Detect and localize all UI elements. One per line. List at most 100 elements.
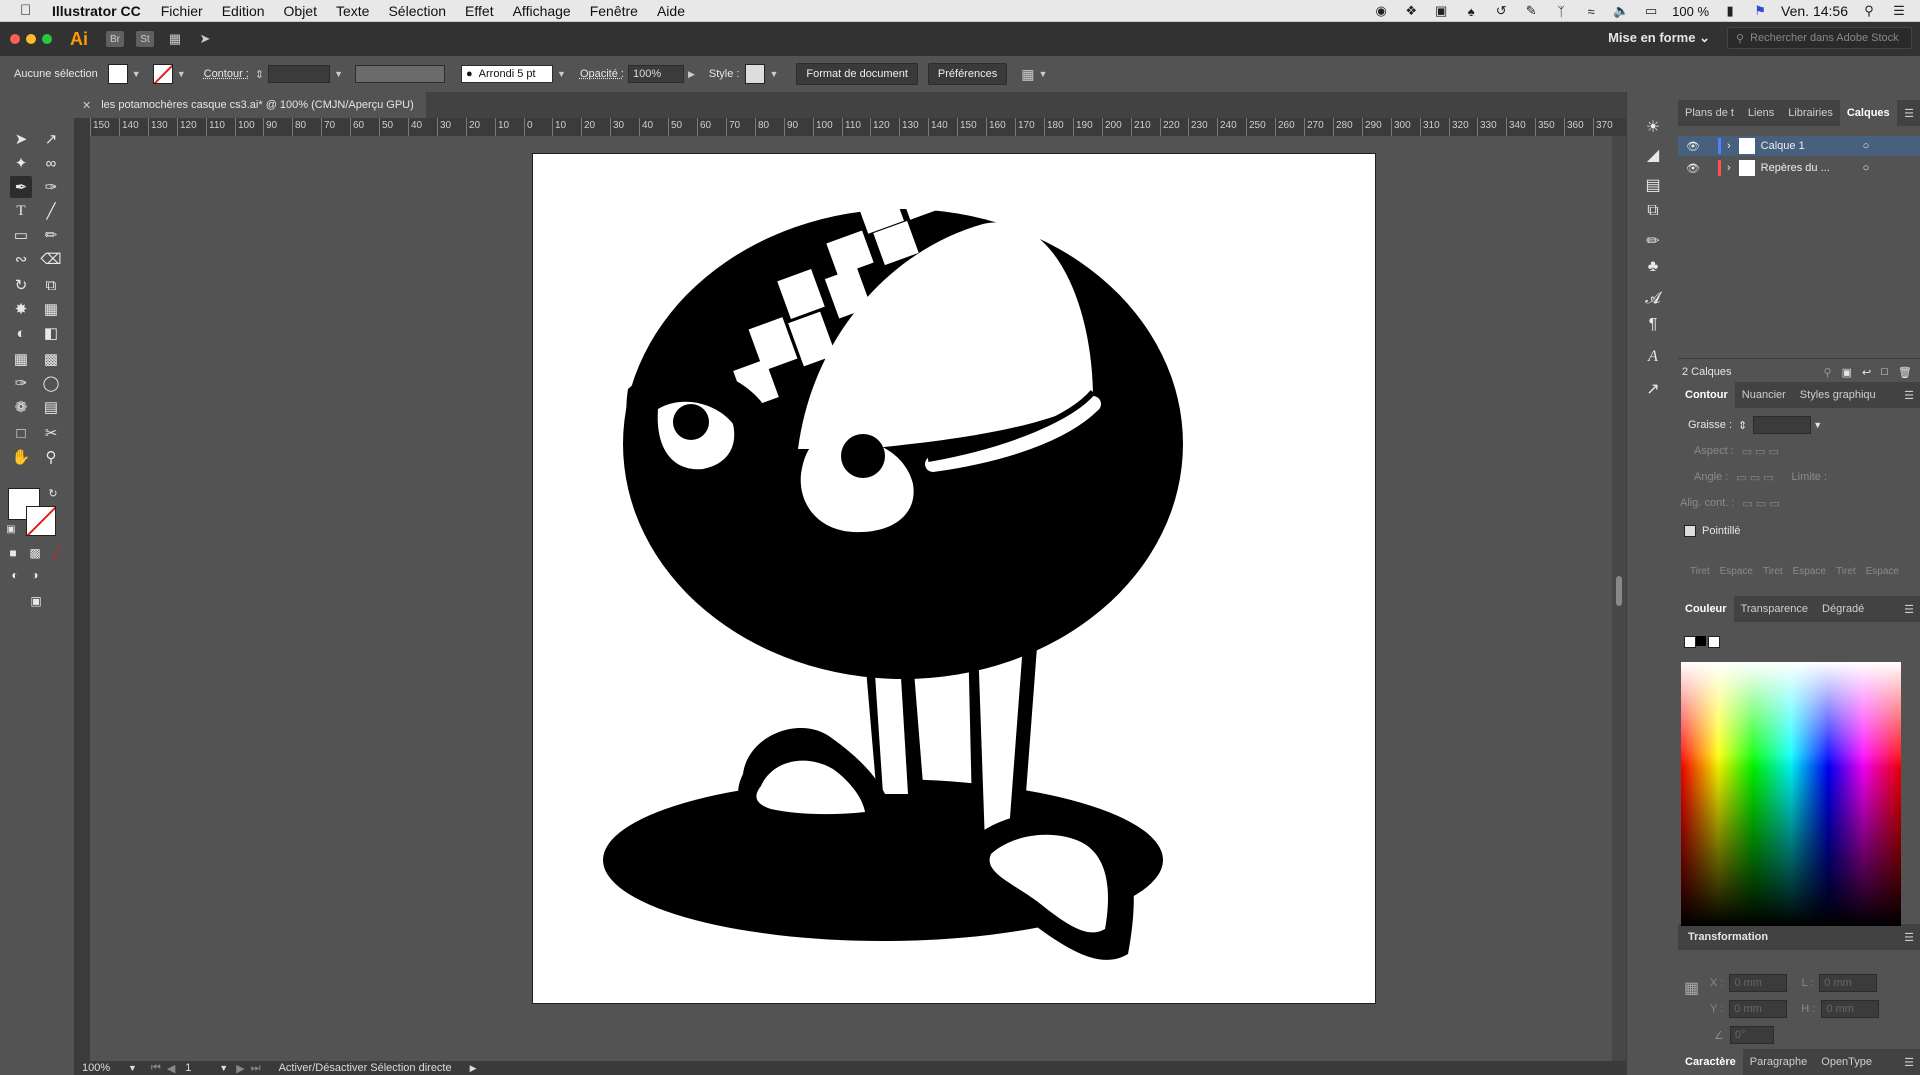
- battery-icon[interactable]: ▮: [1721, 3, 1739, 18]
- h-field[interactable]: 0 mm: [1821, 1000, 1880, 1018]
- mesh-tool-icon[interactable]: ▦: [10, 348, 32, 370]
- menu-fichier[interactable]: Fichier: [161, 3, 203, 19]
- white-color-chip[interactable]: [1708, 636, 1720, 648]
- notification-icon[interactable]: ☰: [1890, 3, 1908, 18]
- close-tab-icon[interactable]: ✕: [82, 99, 91, 112]
- scale-tool-icon[interactable]: ⧉: [40, 274, 62, 296]
- transform-title[interactable]: Transformation: [1688, 931, 1768, 943]
- chevron-down-icon[interactable]: ▼: [769, 69, 778, 79]
- display-icon[interactable]: ▣: [1432, 3, 1450, 18]
- scrollbar-thumb[interactable]: [1616, 576, 1622, 606]
- arrange-docs-icon[interactable]: ▦: [166, 31, 184, 47]
- chevron-down-icon[interactable]: ▼: [128, 1063, 137, 1073]
- gradient-tool-icon[interactable]: ▩: [40, 348, 62, 370]
- pathfinder-icon[interactable]: ⧉: [1641, 200, 1665, 222]
- new-sublayer-icon[interactable]: ↩: [1862, 366, 1871, 379]
- l-field[interactable]: 0 mm: [1819, 974, 1878, 992]
- symbol-sprayer-tool-icon[interactable]: ❁: [10, 396, 32, 418]
- eye-icon[interactable]: 👁: [1686, 162, 1704, 175]
- panel-menu-icon[interactable]: ☰: [1904, 389, 1914, 402]
- menu-fenetre[interactable]: Fenêtre: [590, 3, 638, 19]
- tab-caractere[interactable]: Caractère: [1678, 1049, 1743, 1075]
- maximize-window-button[interactable]: [42, 34, 52, 44]
- paintbrush-tool-icon[interactable]: ✏: [40, 224, 62, 246]
- chevron-down-icon[interactable]: ▼: [1038, 69, 1047, 79]
- menu-aide[interactable]: Aide: [657, 3, 685, 19]
- variable-width-field[interactable]: [355, 65, 446, 83]
- lasso-tool-icon[interactable]: ∞: [40, 152, 62, 174]
- next-artboard-icon[interactable]: ▶: [236, 1062, 244, 1075]
- brush-field[interactable]: ● Arrondi 5 pt: [461, 65, 554, 83]
- arrange-icon[interactable]: ▦: [1021, 66, 1034, 83]
- slice-tool-icon[interactable]: ✂: [40, 422, 62, 444]
- line-tool-icon[interactable]: ╱: [40, 200, 62, 222]
- artwork-helmet-creature[interactable]: [533, 154, 1375, 1003]
- warp-tool-icon[interactable]: ✸: [10, 298, 32, 320]
- search-icon[interactable]: ⚲: [1824, 366, 1832, 379]
- shaper-tool-icon[interactable]: ∾: [10, 248, 32, 270]
- workspace-switcher[interactable]: Mise en forme ⌄: [1608, 30, 1710, 46]
- black-color-chip[interactable]: [1696, 636, 1706, 646]
- airplay-icon[interactable]: ▭: [1642, 3, 1660, 18]
- opacity-field[interactable]: 100%: [627, 65, 684, 83]
- hand-tool-icon[interactable]: ✋: [10, 446, 32, 468]
- stepper-icon[interactable]: ⇕: [255, 68, 264, 81]
- swap-colors-icon[interactable]: ↻: [46, 486, 60, 500]
- layer-name[interactable]: Calque 1: [1761, 140, 1851, 152]
- stroke-weight-field[interactable]: [268, 65, 331, 83]
- direct-selection-tool-icon[interactable]: ↗: [40, 128, 62, 150]
- stepper-icon[interactable]: ⇕: [1738, 419, 1747, 432]
- panel-menu-icon[interactable]: ☰: [1904, 603, 1914, 616]
- panel-menu-icon[interactable]: ☰: [1904, 1056, 1914, 1069]
- stroke-color-box[interactable]: [26, 506, 56, 536]
- char-styles-icon[interactable]: 𝓐: [1641, 288, 1665, 310]
- target-circle-icon[interactable]: ○: [1863, 162, 1870, 174]
- apple-icon[interactable]: : [20, 2, 38, 19]
- dropbox-icon[interactable]: ❖: [1402, 3, 1420, 18]
- tab-contour[interactable]: Contour: [1678, 382, 1735, 408]
- minimize-window-button[interactable]: [26, 34, 36, 44]
- make-clip-icon[interactable]: ▣: [1842, 366, 1852, 379]
- layer-name[interactable]: Repères du ...: [1761, 162, 1851, 174]
- document-format-button[interactable]: Format de document: [796, 63, 918, 85]
- tab-degrade[interactable]: Dégradé: [1815, 596, 1871, 622]
- tab-calques[interactable]: Calques: [1839, 100, 1897, 126]
- stroke-label[interactable]: Contour :: [204, 68, 249, 80]
- none-mode-icon[interactable]: ╱: [48, 544, 66, 562]
- trash-icon[interactable]: 🗑: [1898, 366, 1912, 379]
- angle-field[interactable]: 0°: [1729, 1026, 1774, 1044]
- blend-tool-icon[interactable]: ◯: [40, 372, 62, 394]
- chevron-right-icon[interactable]: ▶: [470, 1063, 477, 1074]
- menu-objet[interactable]: Objet: [284, 3, 317, 19]
- stock-search-input[interactable]: ⚲ Rechercher dans Adobe Stock: [1727, 27, 1912, 49]
- gradient-mode-icon[interactable]: ▩: [26, 544, 44, 562]
- style-swatch[interactable]: [745, 64, 766, 84]
- volume-icon[interactable]: 🔈: [1612, 3, 1630, 18]
- color-spectrum[interactable]: [1681, 662, 1901, 926]
- artboard[interactable]: [532, 153, 1376, 1004]
- shape-builder-tool-icon[interactable]: ◐: [10, 322, 32, 344]
- zoom-level[interactable]: 100%: [82, 1062, 122, 1074]
- evernote-icon[interactable]: ♠: [1462, 4, 1480, 19]
- rectangle-tool-icon[interactable]: ▭: [10, 224, 32, 246]
- pen-tool-icon[interactable]: ✒: [10, 176, 32, 198]
- tab-nuancier[interactable]: Nuancier: [1735, 382, 1793, 408]
- prev-artboard-icon[interactable]: ◀: [167, 1062, 175, 1075]
- layer-row[interactable]: 👁 › Repères du ... ○: [1678, 158, 1920, 178]
- document-tab[interactable]: ✕ les potamochères casque cs3.ai* @ 100%…: [74, 92, 426, 118]
- tab-styles-graphiques[interactable]: Styles graphiqu: [1793, 382, 1883, 408]
- align-panel-icon[interactable]: ▤: [1641, 174, 1665, 196]
- menu-selection[interactable]: Sélection: [388, 3, 446, 19]
- color-guide-icon[interactable]: ☀: [1641, 116, 1665, 138]
- time-machine-icon[interactable]: ↺: [1492, 3, 1510, 18]
- bridge-button[interactable]: Br: [106, 31, 124, 47]
- none-color-chip[interactable]: [1684, 636, 1696, 648]
- tab-transparence[interactable]: Transparence: [1734, 596, 1815, 622]
- x-field[interactable]: 0 mm: [1729, 974, 1788, 992]
- artboard-number[interactable]: 1: [185, 1062, 215, 1074]
- weight-field[interactable]: [1753, 416, 1812, 434]
- stroke-swatch[interactable]: [152, 64, 173, 84]
- glyphs-icon[interactable]: A: [1641, 346, 1665, 368]
- horizontal-ruler[interactable]: 150 140 130 120 110 100 90 80 70 60 50 40 30 20 10 0 10 2…: [90, 118, 1640, 136]
- ruler-origin[interactable]: [74, 118, 90, 136]
